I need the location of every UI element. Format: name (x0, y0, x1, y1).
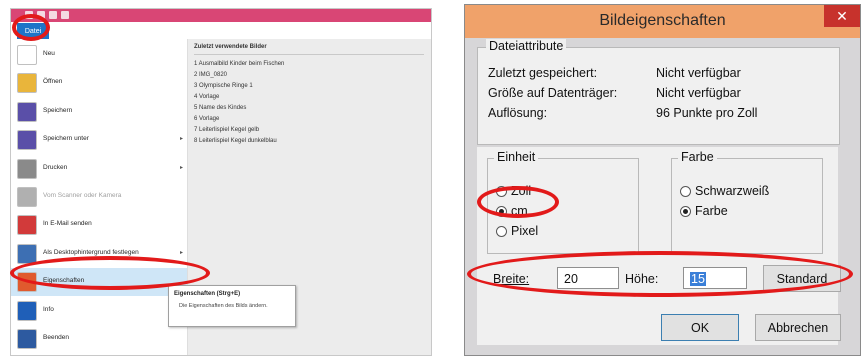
submenu-arrow-icon: ▸ (179, 136, 183, 143)
menu-item-label: Drucken (43, 163, 68, 171)
recent-item[interactable]: 7 Leiterlispiel Kegel gelb (194, 127, 259, 133)
paint-file-menu: Datei Neu Öffnen Speichern Speichern unter ▸… (10, 8, 432, 356)
recent-item[interactable]: 5 Name des Kindes (194, 105, 246, 111)
quick-access-toolbar (11, 9, 431, 22)
recent-divider (194, 54, 424, 55)
unit-radio-pixel[interactable] (496, 226, 507, 237)
ok-button[interactable]: OK (661, 314, 739, 341)
submenu-arrow-icon: ▸ (179, 164, 183, 171)
redo-icon[interactable] (61, 11, 69, 19)
attribute-key: Auflösung: (488, 106, 548, 120)
menu-item-label: In E-Mail senden (43, 220, 92, 228)
dialog-title: Bildeigenschaften (599, 12, 726, 29)
attribute-key: Größe auf Datenträger: (488, 86, 618, 100)
annotation-ellipse-size-fields (467, 251, 853, 297)
attribute-value: Nicht verfügbar (656, 86, 741, 100)
menu-item[interactable]: Öffnen (11, 69, 187, 97)
file-menu-commands: Neu Öffnen Speichern Speichern unter ▸ Drucke… (11, 39, 188, 355)
annotation-ellipse-properties (10, 256, 210, 290)
unit-group-title: Einheit (494, 150, 539, 164)
attribute-value: Nicht verfügbar (656, 66, 741, 80)
menu-item[interactable]: In E-Mail senden (11, 211, 187, 239)
image-properties-dialog: Bildeigenschaften ✕ Dateiattribute Zulet… (464, 4, 861, 356)
menu-item-label: Neu (43, 50, 55, 57)
annotation-ellipse-file-tab (12, 14, 50, 41)
submenu-arrow-icon: ▸ (179, 249, 183, 256)
tooltip-title: Eigenschaften (Strg+E) (174, 291, 241, 297)
color-label-bw: Schwarzweiß (695, 184, 770, 198)
menu-item-label: Speichern unter (43, 135, 89, 143)
menu-item-label: Öffnen (43, 78, 63, 86)
menu-item[interactable]: Neu (11, 41, 187, 69)
annotation-ellipse-cm (477, 186, 559, 218)
save-as-icon (17, 130, 37, 151)
color-group-title: Farbe (678, 150, 717, 164)
menu-item[interactable]: Beenden (11, 325, 187, 353)
menu-item-label: Speichern (43, 106, 73, 114)
color-group: Farbe Schwarzweiß Farbe (671, 150, 823, 254)
menu-item-label: Info (43, 305, 54, 313)
menu-item-label: Als Desktophintergrund festlegen (43, 248, 139, 256)
scanner-icon (17, 187, 37, 207)
save-disk-icon (17, 101, 37, 122)
recent-item[interactable]: 1 Ausmalbild Kinder beim Fischen (194, 61, 284, 67)
exit-icon (17, 329, 37, 349)
recent-item[interactable]: 3 Olympische Ringe 1 (194, 83, 253, 89)
attribute-key: Zuletzt gespeichert: (488, 66, 598, 80)
menu-item[interactable]: Speichern (11, 98, 187, 126)
color-label-color: Farbe (695, 204, 728, 218)
tooltip-body: Die Eigenschaften des Bilds ändern. (179, 303, 268, 309)
recent-item[interactable]: 2 IMG_0820 (194, 72, 227, 78)
new-file-icon (17, 45, 37, 65)
file-attributes-group: Dateiattribute Zuletzt gespeichert: Nich… (477, 39, 840, 145)
email-icon (17, 215, 37, 236)
attribute-value: 96 Punkte pro Zoll (656, 106, 758, 120)
tooltip: Eigenschaften (Strg+E) Die Eigenschaften… (168, 285, 296, 327)
recent-item[interactable]: 8 Leiterlispiel Kegel dunkelblau (194, 138, 277, 144)
menu-item-label: Vom Scanner oder Kamera (43, 192, 122, 199)
info-icon (17, 300, 37, 321)
menu-item[interactable]: Info (11, 297, 187, 325)
unit-label-pixel: Pixel (511, 224, 539, 238)
cancel-button[interactable]: Abbrechen (755, 314, 841, 341)
file-attributes-title: Dateiattribute (486, 39, 567, 53)
menu-item-label: Beenden (43, 334, 70, 341)
menu-item: Vom Scanner oder Kamera (11, 183, 187, 211)
open-folder-icon (17, 73, 37, 94)
recent-item[interactable]: 4 Vorlage (194, 94, 219, 100)
recent-item[interactable]: 6 Vorlage (194, 116, 219, 122)
dialog-title-bar: Bildeigenschaften ✕ (465, 5, 860, 38)
recent-pictures-title: Zuletzt verwendete Bilder (194, 44, 267, 50)
close-button[interactable]: ✕ (824, 5, 860, 27)
printer-icon (17, 158, 37, 179)
menu-item[interactable]: Drucken ▸ (11, 155, 187, 183)
undo-icon[interactable] (49, 11, 57, 19)
color-radio-color[interactable] (680, 206, 691, 217)
color-radio-bw[interactable] (680, 186, 691, 197)
menu-item[interactable]: Speichern unter ▸ (11, 126, 187, 154)
